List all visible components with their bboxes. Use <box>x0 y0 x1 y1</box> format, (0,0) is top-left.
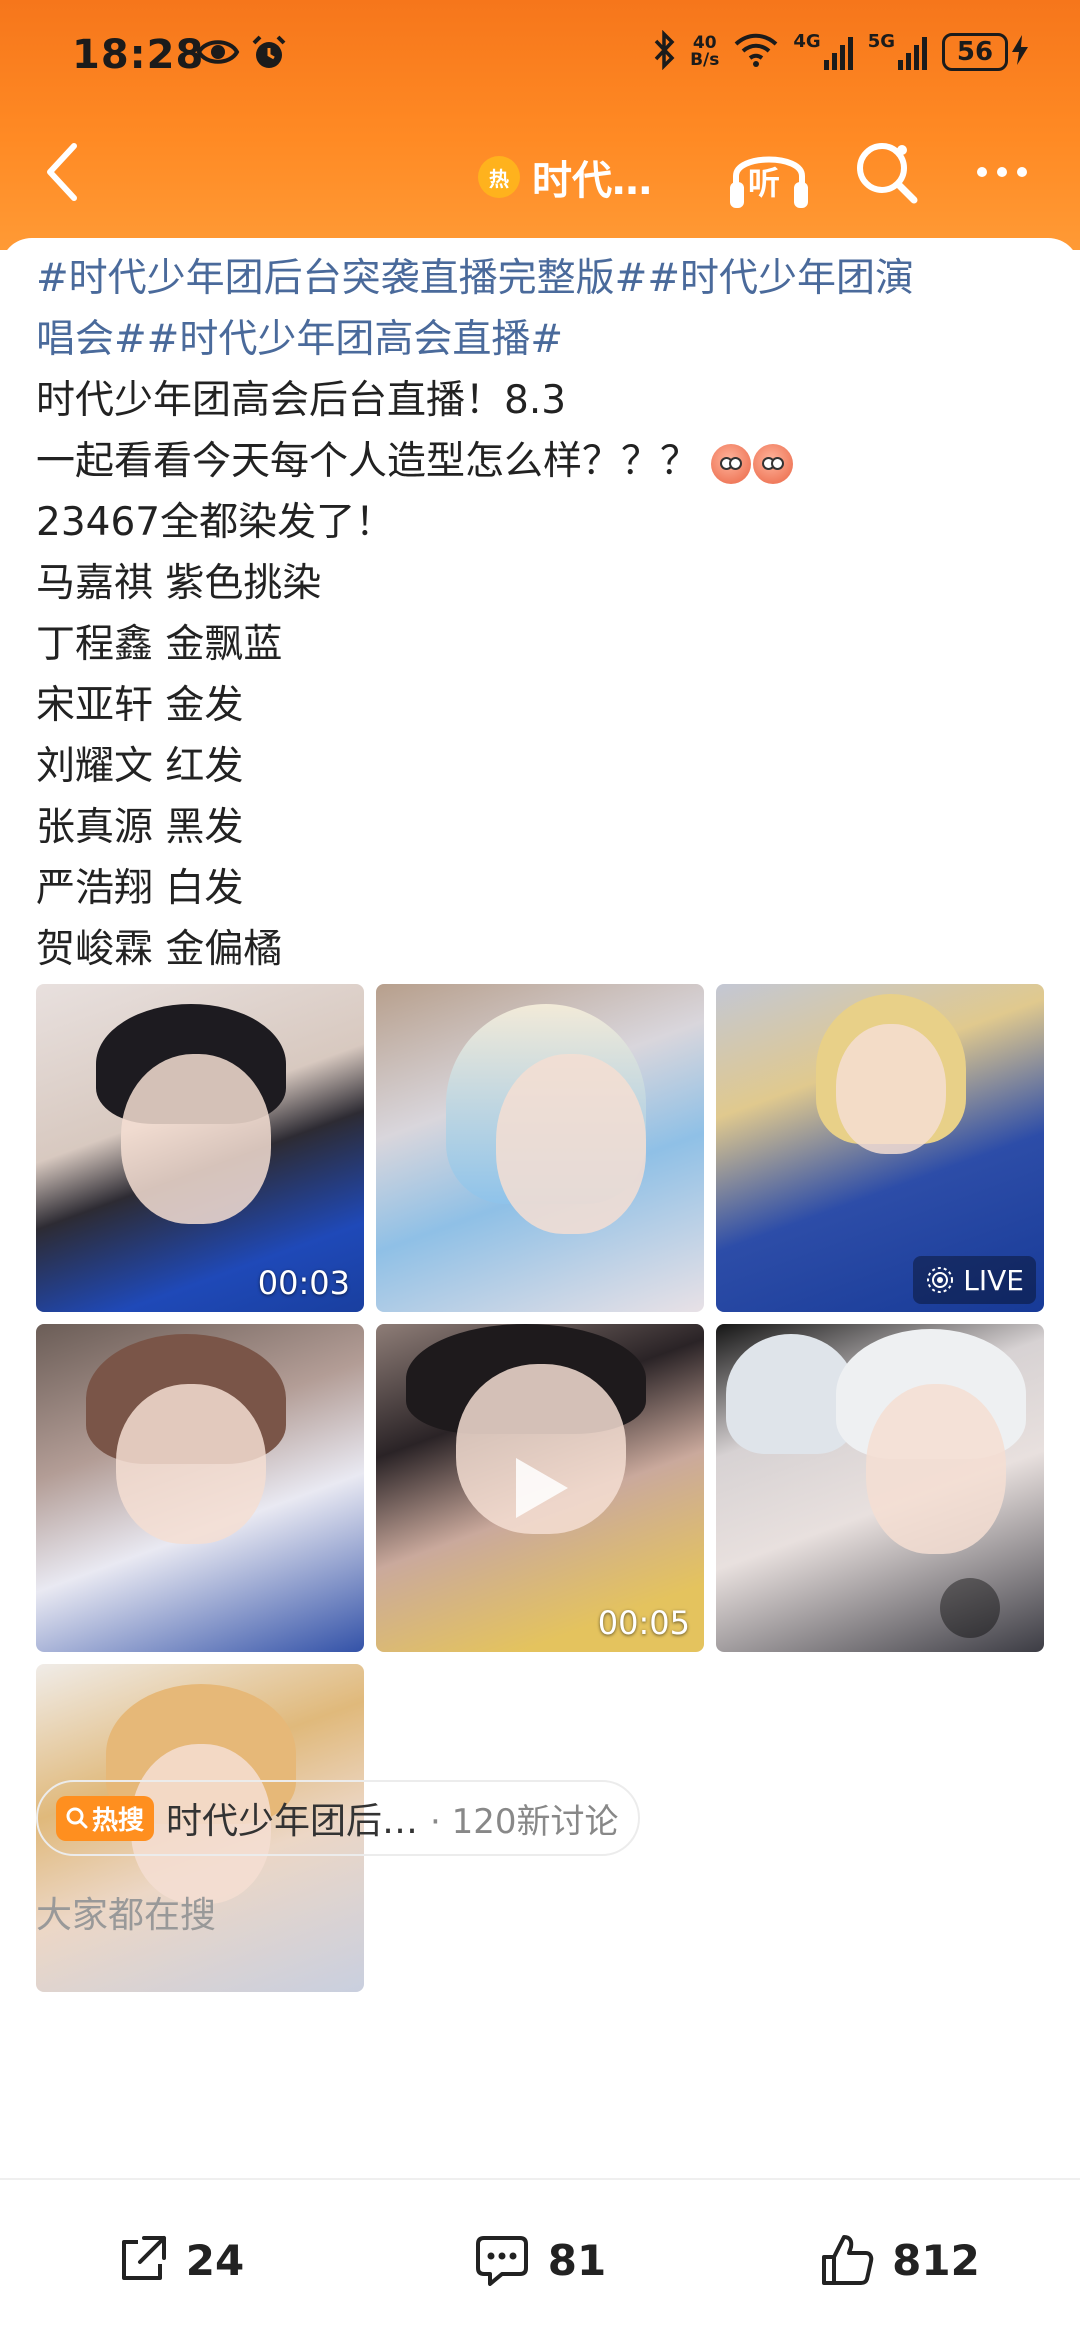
post-line: 马嘉祺 紫色挑染 <box>36 561 322 606</box>
post-line: 贺峻霖 金偏橘 <box>36 927 283 972</box>
post-text: #时代少年团后台突袭直播完整版##时代少年团演 唱会##时代少年团高会直播# 时… <box>36 248 1050 980</box>
nav-title-text: 时代… <box>532 158 652 204</box>
play-icon <box>516 1458 568 1518</box>
photo-thumbnail[interactable] <box>716 1324 1044 1652</box>
topic-link[interactable]: 唱会##时代少年团高会直播# <box>36 309 1050 370</box>
face-recognition-icon[interactable] <box>940 1578 1000 1638</box>
share-count: 24 <box>185 2235 245 2285</box>
post-line: 时代少年团高会后台直播！8.3 <box>36 378 567 423</box>
listen-button[interactable]: 听 <box>726 136 812 216</box>
post-line: 一起看看今天每个人造型怎么样？？？ <box>36 439 700 484</box>
cute-face-emoji-icon <box>711 443 752 484</box>
network-speed: 40 B/s <box>690 35 719 69</box>
more-button[interactable] <box>960 142 1044 202</box>
photo-thumbnail-live[interactable]: LIVE <box>716 984 1044 1312</box>
battery: 56 <box>942 33 1028 71</box>
header: 18:28 40 B/s 4G 5G 56 热 时代… 听 <box>0 0 1080 250</box>
listen-label: 听 <box>748 164 781 202</box>
section-label: 大家都在搜 <box>36 1895 217 1936</box>
comment-count: 81 <box>547 2235 607 2285</box>
more-icon <box>977 167 987 177</box>
video-duration: 00:05 <box>597 1604 690 1642</box>
alarm-icon <box>250 34 288 76</box>
nav-bar: 热 时代… 听 <box>0 120 1080 230</box>
signal-4g: 4G <box>793 31 853 74</box>
nav-title[interactable]: 热 时代… <box>478 148 652 206</box>
post-line: 张真源 黑发 <box>36 805 244 850</box>
status-left-icons <box>196 34 288 76</box>
live-photo-badge: LIVE <box>913 1256 1036 1304</box>
face-shape <box>866 1384 1006 1554</box>
battery-level: 56 <box>942 33 1008 71</box>
signal-bars-icon <box>898 36 928 74</box>
chevron-left-icon <box>47 143 77 201</box>
status-bar: 18:28 40 B/s 4G 5G 56 <box>0 0 1080 110</box>
hot-search-badge-label: 热搜 <box>92 1805 145 1836</box>
status-time: 18:28 <box>72 32 205 78</box>
network-5g-label: 5G <box>867 30 895 52</box>
post-line: 丁程鑫 金飘蓝 <box>36 622 283 667</box>
face-shape <box>116 1384 266 1544</box>
wifi-icon <box>733 32 779 72</box>
live-photo-icon <box>927 1267 954 1293</box>
post-line: 刘耀文 红发 <box>36 744 244 789</box>
post-line-with-emoji: 一起看看今天每个人造型怎么样？？？ <box>36 431 1050 492</box>
search-button[interactable] <box>852 138 922 208</box>
status-right: 40 B/s 4G 5G 56 <box>652 29 1028 74</box>
comment-icon <box>475 2236 528 2286</box>
bottom-action-bar: 24 81 812 <box>0 2178 1080 2340</box>
post-line: 23467全都染发了！ <box>36 500 395 545</box>
back-button[interactable] <box>30 140 94 204</box>
hot-search-link[interactable]: 热搜 时代少年团后… · 120新讨论 <box>36 1780 640 1856</box>
search-icon <box>857 143 918 204</box>
hot-search-badge: 热搜 <box>56 1795 155 1841</box>
photo-thumbnail[interactable] <box>36 1324 364 1652</box>
live-label: LIVE <box>963 1263 1024 1297</box>
post-line: 宋亚轩 金发 <box>36 683 244 728</box>
network-4g-label: 4G <box>793 30 821 52</box>
topic-link[interactable]: #时代少年团后台突袭直播完整版##时代少年团演 <box>36 248 1050 309</box>
hot-search-title: 时代少年团后… <box>166 1801 419 1842</box>
more-dot <box>997 167 1007 177</box>
comment-button[interactable]: 81 <box>360 2234 720 2286</box>
bluetooth-icon <box>652 29 676 74</box>
face-shape <box>836 1024 946 1154</box>
signal-bars-icon <box>823 36 854 74</box>
hot-badge-icon: 热 <box>478 156 520 198</box>
charging-icon <box>1012 35 1028 69</box>
share-button[interactable]: 24 <box>0 2234 360 2286</box>
video-duration: 00:03 <box>257 1264 350 1302</box>
search-icon <box>66 1807 88 1829</box>
more-dot <box>1017 167 1027 177</box>
eye-icon <box>196 34 240 76</box>
face-shape <box>121 1054 271 1224</box>
photo-thumbnail-video[interactable]: 00:05 <box>376 1324 704 1652</box>
emoji-group <box>711 443 794 484</box>
like-count: 812 <box>892 2235 980 2285</box>
post-line: 严浩翔 白发 <box>36 866 244 911</box>
cute-face-emoji-icon <box>753 443 794 484</box>
hot-search-count: · 120新讨论 <box>430 1801 619 1842</box>
thumbs-up-icon <box>822 2235 874 2285</box>
network-speed-unit: B/s <box>690 50 720 70</box>
face-shape <box>496 1054 646 1234</box>
share-icon <box>121 2236 166 2280</box>
photo-thumbnail[interactable] <box>376 984 704 1312</box>
signal-5g: 5G <box>868 31 928 74</box>
photo-thumbnail-video[interactable]: 00:03 <box>36 984 364 1312</box>
like-button[interactable]: 812 <box>720 2233 1080 2287</box>
